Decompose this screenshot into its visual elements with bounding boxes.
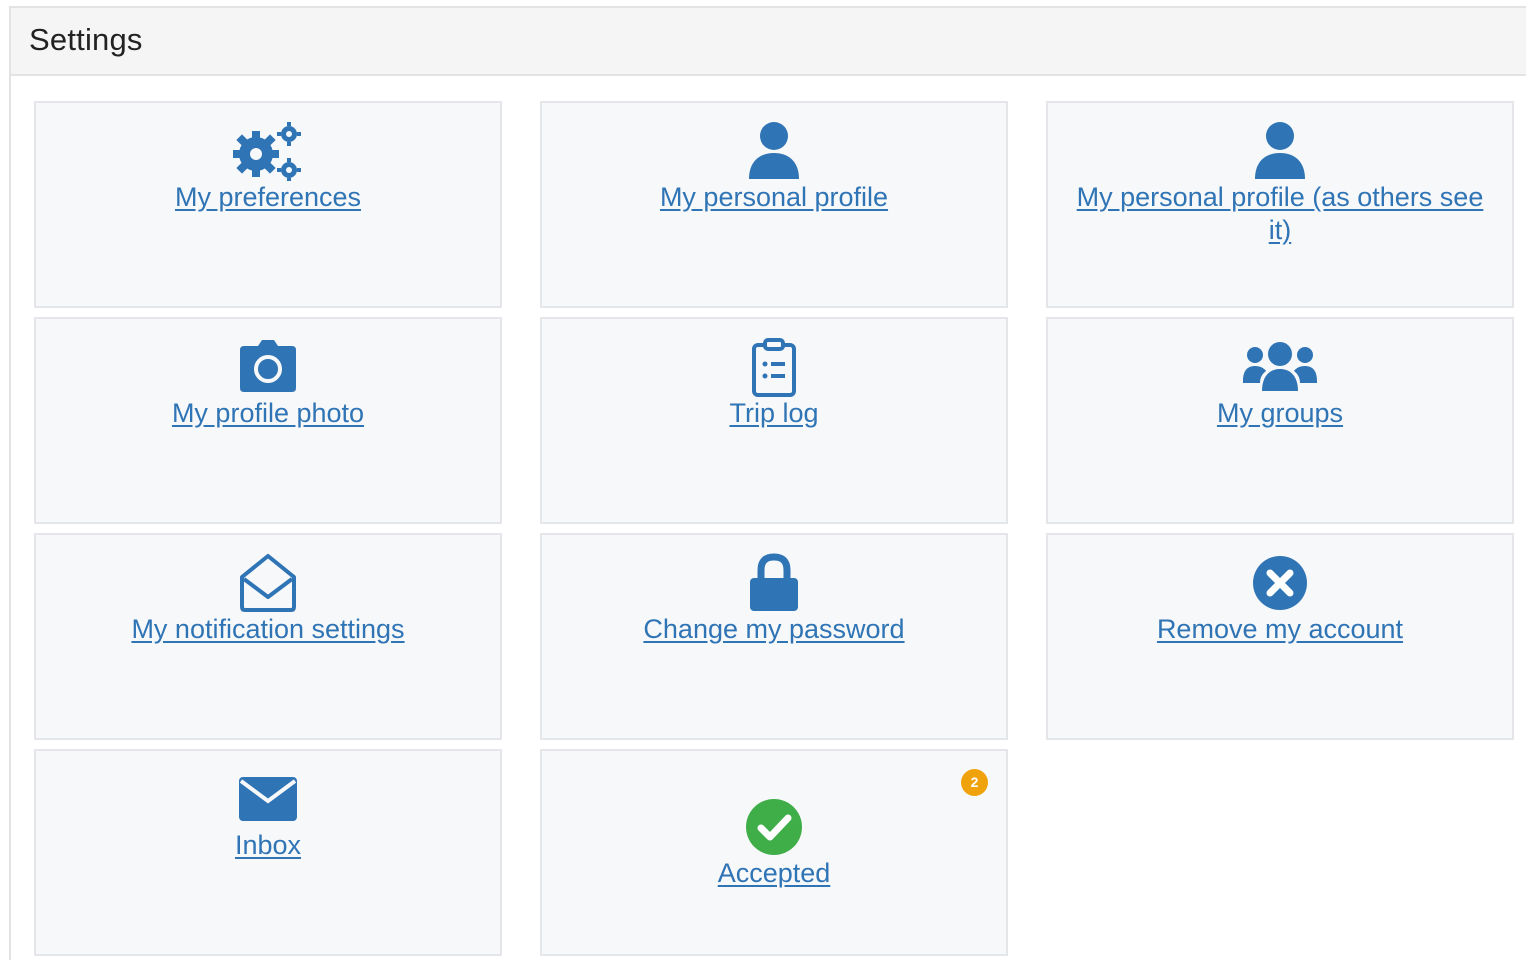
tile-label[interactable]: My groups	[1068, 397, 1492, 430]
tile-label[interactable]: Inbox	[56, 829, 480, 862]
page-title: Settings	[29, 22, 143, 57]
tile-label[interactable]: My profile photo	[56, 397, 480, 430]
tile-label[interactable]: My personal profile (as others see it)	[1068, 181, 1492, 247]
envelope-icon	[228, 767, 308, 831]
envelope-open-icon	[228, 551, 308, 615]
tile-inbox[interactable]: Inbox	[34, 749, 502, 956]
tile-remove-my-account[interactable]: Remove my account	[1046, 533, 1514, 740]
camera-icon	[228, 335, 308, 399]
users-icon	[1240, 335, 1320, 399]
tile-label[interactable]: Trip log	[562, 397, 986, 430]
tile-change-my-password[interactable]: Change my password	[540, 533, 1008, 740]
tile-trip-log[interactable]: Trip log	[540, 317, 1008, 524]
clipboard-list-icon	[734, 335, 814, 399]
lock-icon	[734, 551, 814, 615]
tile-my-preferences[interactable]: My preferences	[34, 101, 502, 308]
user-icon	[734, 119, 814, 183]
check-circle-icon	[734, 795, 814, 859]
panel-header: Settings	[11, 8, 1526, 76]
count-badge: 2	[961, 769, 988, 796]
tile-label[interactable]: My personal profile	[562, 181, 986, 214]
tile-my-personal-profile-public[interactable]: My personal profile (as others see it)	[1046, 101, 1514, 308]
gears-icon	[228, 119, 308, 183]
tile-accepted[interactable]: 2 Accepted	[540, 749, 1008, 956]
tile-my-profile-photo[interactable]: My profile photo	[34, 317, 502, 524]
times-circle-icon	[1240, 551, 1320, 615]
tile-label[interactable]: Remove my account	[1068, 613, 1492, 646]
settings-panel: Settings My preferences My personal prof…	[9, 6, 1526, 960]
tile-label[interactable]: Change my password	[562, 613, 986, 646]
tile-my-groups[interactable]: My groups	[1046, 317, 1514, 524]
tile-my-notification-settings[interactable]: My notification settings	[34, 533, 502, 740]
tile-label[interactable]: My notification settings	[56, 613, 480, 646]
user-icon	[1240, 119, 1320, 183]
tile-my-personal-profile[interactable]: My personal profile	[540, 101, 1008, 308]
tile-label[interactable]: My preferences	[56, 181, 480, 214]
tile-label[interactable]: Accepted	[562, 857, 986, 890]
